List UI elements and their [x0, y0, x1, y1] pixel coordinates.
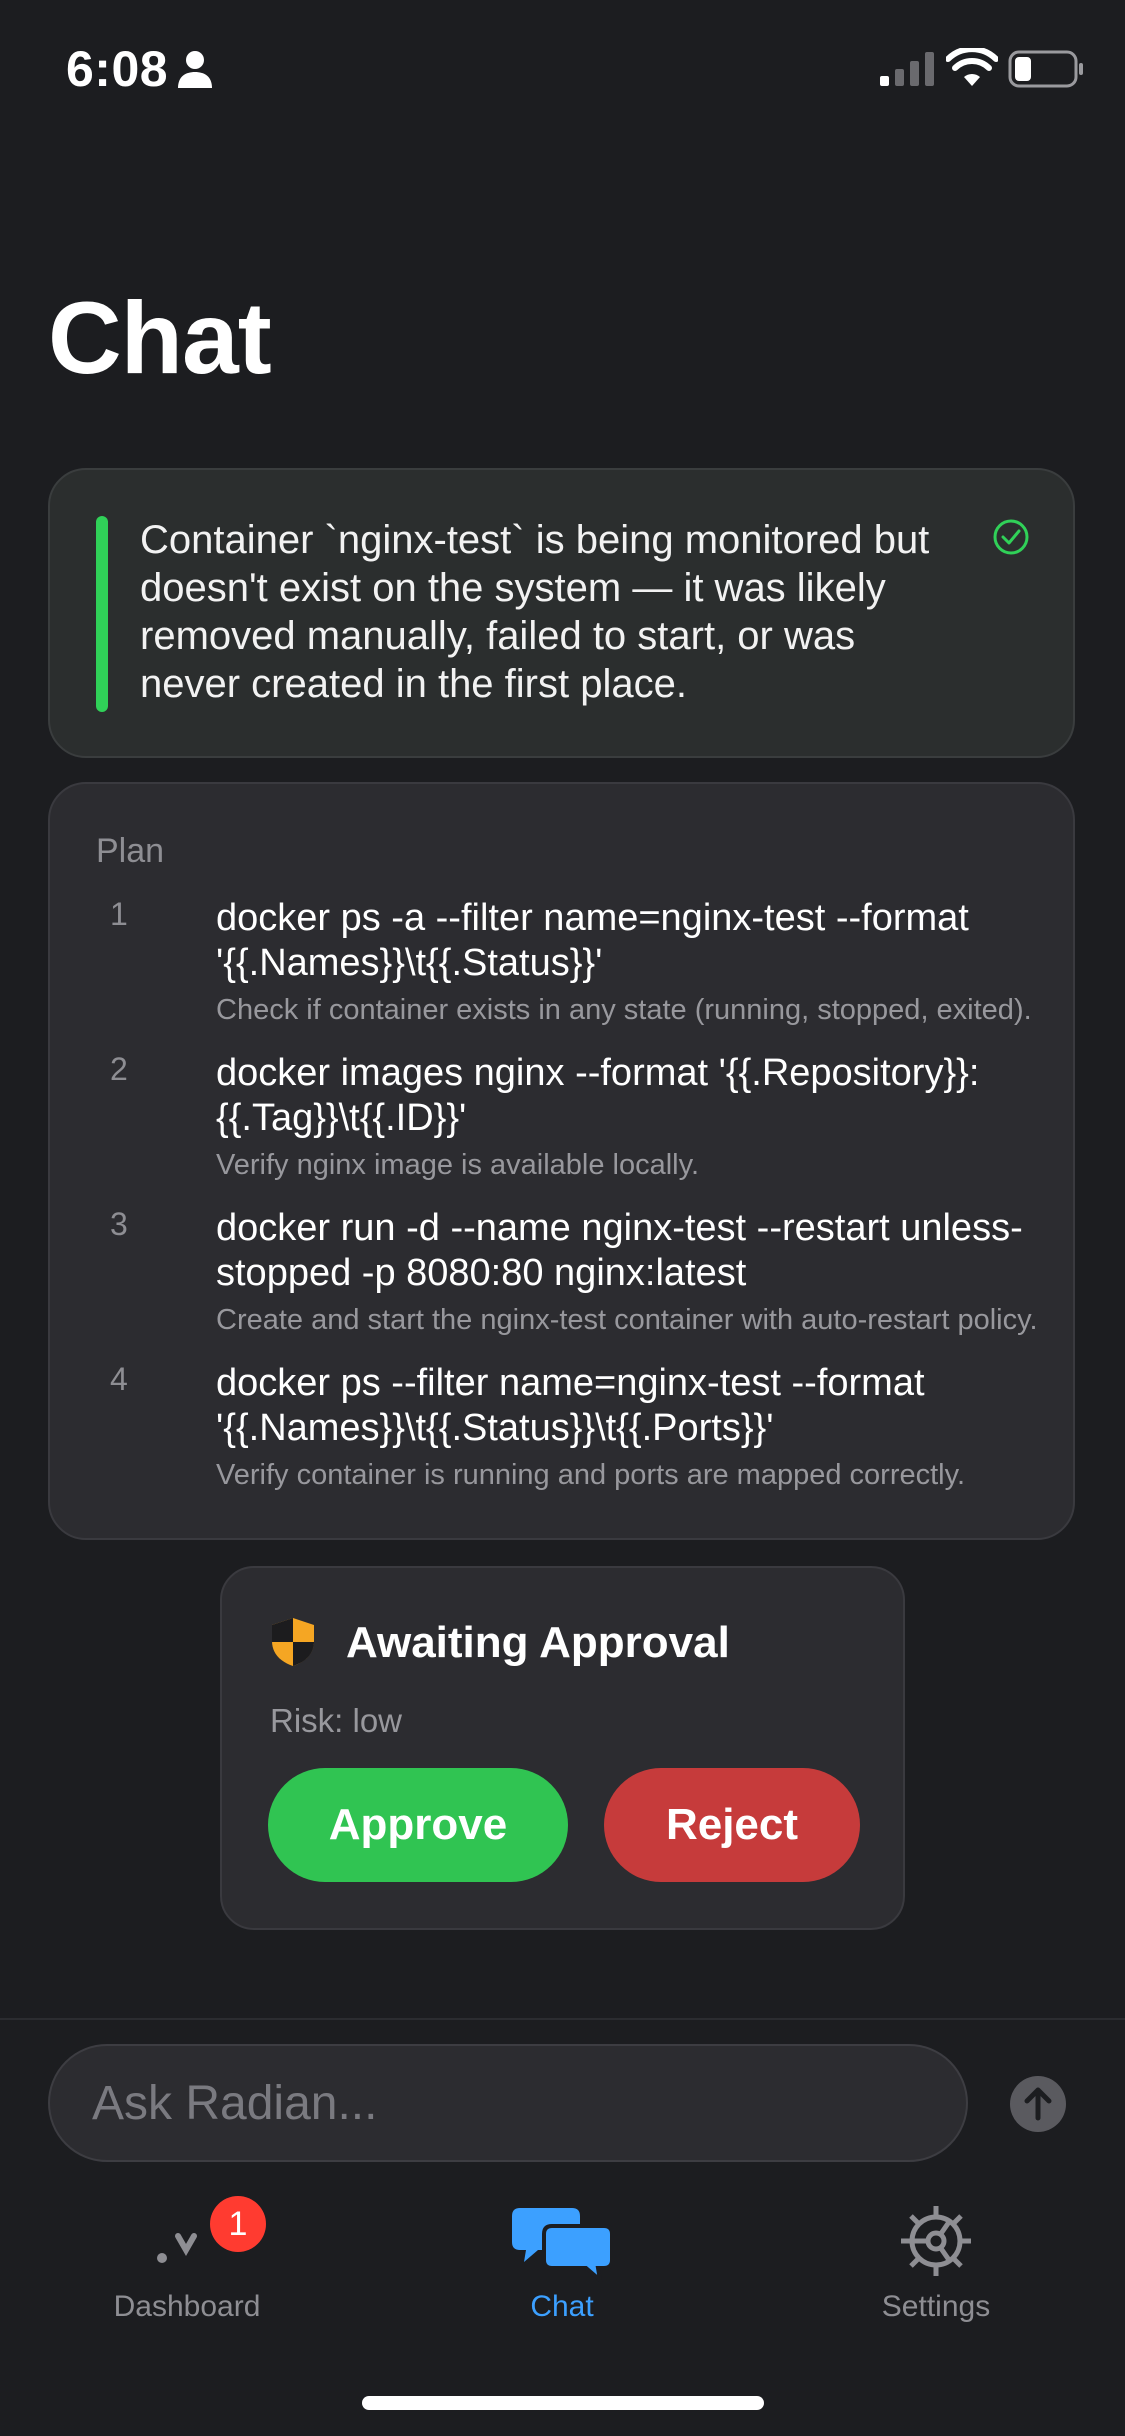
- wifi-icon: [946, 48, 998, 86]
- composer-divider: [0, 2018, 1125, 2020]
- risk-level: Risk: low: [270, 1702, 403, 1739]
- step-description: Check if container exists in any state (…: [216, 994, 1032, 1026]
- tab-dashboard[interactable]: 1 Dashboard: [80, 2196, 294, 2326]
- approval-title: Awaiting Approval: [346, 1618, 730, 1667]
- reject-button[interactable]: Reject: [604, 1768, 860, 1882]
- tab-settings[interactable]: Settings: [836, 2196, 1036, 2326]
- step-number: 2: [110, 1051, 128, 1087]
- step-command: docker images nginx --format '{{.Reposit…: [216, 1052, 980, 1139]
- home-indicator[interactable]: [362, 2396, 764, 2410]
- page-title: Chat: [48, 281, 272, 395]
- tab-settings-label: Settings: [881, 2290, 991, 2323]
- diagnosis-card: Container `nginx-test` is being monitore…: [48, 468, 1075, 758]
- tab-dashboard-label: Dashboard: [113, 2290, 261, 2323]
- step-command: docker ps --filter name=nginx-test --for…: [216, 1362, 925, 1449]
- step-number: 4: [110, 1361, 128, 1397]
- tab-chat[interactable]: Chat: [462, 2196, 662, 2326]
- step-command: docker ps -a --filter name=nginx-test --…: [216, 897, 969, 984]
- diagnosis-accent-bar: [96, 516, 108, 712]
- step-description: Create and start the nginx-test containe…: [216, 1304, 1038, 1336]
- step-number: 3: [110, 1206, 128, 1242]
- plan-label: Plan: [96, 832, 165, 870]
- signal-icon: [880, 52, 934, 86]
- shield-icon: [272, 1618, 314, 1666]
- notification-badge: 1: [210, 2196, 266, 2252]
- approve-button[interactable]: Approve: [268, 1768, 568, 1882]
- check-circle-icon: [993, 519, 1029, 555]
- diagnosis-text: Container `nginx-test` is being monitore…: [140, 518, 930, 706]
- send-arrow-icon[interactable]: [1010, 2076, 1066, 2132]
- step-number: 1: [110, 896, 128, 932]
- step-command: docker run -d --name nginx-test --restar…: [216, 1207, 1023, 1294]
- chat-bubbles-icon: [512, 2208, 612, 2282]
- approval-card: Awaiting Approval Risk: low Approve Reje…: [220, 1566, 905, 1930]
- person-icon: [178, 51, 212, 88]
- step-description: Verify nginx image is available locally.: [216, 1149, 700, 1181]
- gear-icon: [901, 2206, 971, 2276]
- plan-card: Plan 1 docker ps -a --filter name=nginx-…: [48, 782, 1075, 1540]
- step-description: Verify container is running and ports ar…: [216, 1459, 966, 1491]
- ask-input[interactable]: Ask Radian...: [48, 2044, 968, 2162]
- battery-icon: [1008, 50, 1083, 88]
- status-time: 6:08: [66, 41, 169, 97]
- tab-chat-label: Chat: [530, 2290, 594, 2323]
